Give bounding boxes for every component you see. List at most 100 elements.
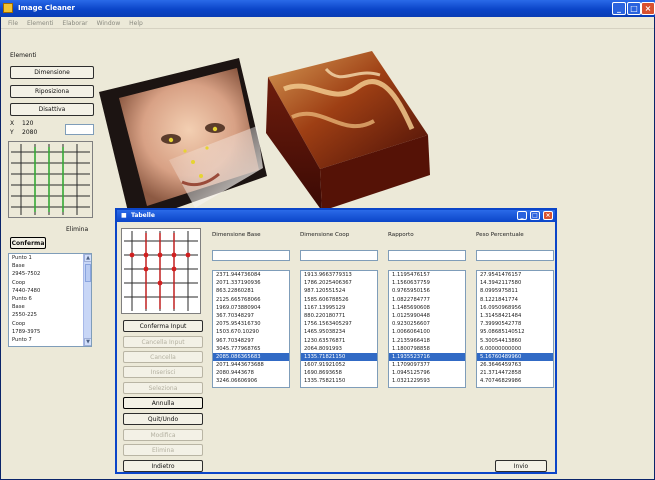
dimensione-button[interactable]: Dimensione — [10, 66, 94, 79]
table-row[interactable]: 0.9765950156 — [389, 287, 465, 295]
quit-undo-button[interactable]: Quit/Undo — [123, 413, 203, 425]
list-item[interactable]: 2945-7502 — [9, 270, 91, 278]
table-row[interactable]: 1.0066064100 — [389, 328, 465, 336]
table-row[interactable]: 880.220180771 — [301, 312, 377, 320]
list-scrollbar[interactable]: ▲ ▼ — [83, 254, 91, 346]
peso-percentuale-list[interactable]: 27.9541476157 14.3942117580 8.0995975811… — [476, 270, 554, 388]
table-row[interactable]: 5.30054413860 — [477, 337, 553, 345]
table-row[interactable]: 967.70348297 — [213, 337, 289, 345]
list-item[interactable]: 7440-7480 — [9, 287, 91, 295]
table-row[interactable]: 1607.91921052 — [301, 361, 377, 369]
menu-help[interactable]: Help — [129, 18, 143, 29]
list-item[interactable]: Punto 6 — [9, 295, 91, 303]
table-row[interactable]: 4.70746829986 — [477, 377, 553, 385]
table-row[interactable]: 1756.1563405297 — [301, 320, 377, 328]
dimensione-base-list[interactable]: 2371.944736084 2071.337190936 863.228602… — [212, 270, 290, 388]
table-row[interactable]: 1230.63576871 — [301, 337, 377, 345]
dimensione-coop-input[interactable] — [300, 250, 378, 261]
table-row[interactable]: 1.31458421484 — [477, 312, 553, 320]
list-item[interactable]: Base — [9, 262, 91, 270]
dialog-close-icon[interactable]: × — [543, 211, 553, 220]
table-row[interactable]: 8.0995975811 — [477, 287, 553, 295]
rapporto-list[interactable]: 1.1195476157 1.1560637759 0.9765950156 1… — [388, 270, 466, 388]
minimize-icon[interactable]: _ — [612, 2, 626, 15]
table-row[interactable]: 1.1709097377 — [389, 361, 465, 369]
table-row[interactable]: 1969.073880904 — [213, 304, 289, 312]
inserisci-button[interactable]: Inserisci — [123, 366, 203, 378]
table-row[interactable]: 1.2135966418 — [389, 337, 465, 345]
table-row-selected[interactable]: 2085.086365683 — [213, 352, 289, 362]
table-row[interactable]: 0.9230256607 — [389, 320, 465, 328]
riposiziona-button[interactable]: Riposiziona — [10, 85, 94, 98]
cancella-input-button[interactable]: Cancella Input — [123, 336, 203, 348]
scroll-up-icon[interactable]: ▲ — [84, 254, 91, 262]
table-row[interactable]: 2080.9443678 — [213, 369, 289, 377]
table-row[interactable]: 987.120551524 — [301, 287, 377, 295]
table-row[interactable]: 3045.777968765 — [213, 345, 289, 353]
scroll-thumb[interactable] — [85, 264, 91, 282]
disattiva-button[interactable]: Disattiva — [10, 103, 94, 116]
table-row[interactable]: 3246.06606906 — [213, 377, 289, 385]
table-row[interactable]: 2071.337190936 — [213, 279, 289, 287]
table-row[interactable]: 367.70348297 — [213, 312, 289, 320]
dialog-title-bar[interactable]: ■ Tabelle _ □ × — [117, 210, 555, 222]
table-row[interactable]: 2071.9443673688 — [213, 361, 289, 369]
dialog-minimize-icon[interactable]: _ — [517, 211, 527, 220]
table-row[interactable]: 21.3714472858 — [477, 369, 553, 377]
table-row[interactable]: 1.0945125796 — [389, 369, 465, 377]
dimensione-coop-list[interactable]: 1913.9663779313 1786.2025406367 987.1205… — [300, 270, 378, 388]
list-item[interactable]: Punto 1 — [9, 254, 91, 262]
table-row[interactable]: 1.0822784777 — [389, 296, 465, 304]
conferma-button[interactable]: Conferma — [10, 237, 46, 249]
peso-percentuale-input[interactable] — [476, 250, 554, 261]
table-row[interactable]: 27.9541476157 — [477, 271, 553, 279]
list-item[interactable]: Coop — [9, 279, 91, 287]
table-row[interactable]: 26.3646459763 — [477, 361, 553, 369]
list-item[interactable]: 1789-3975 — [9, 328, 91, 336]
table-row[interactable]: 1167.13995129 — [301, 304, 377, 312]
table-row[interactable]: 1.0321229593 — [389, 377, 465, 385]
menu-elementi[interactable]: Elementi — [27, 18, 54, 29]
invio-button[interactable]: Invio — [495, 460, 547, 472]
table-row[interactable]: 1913.9663779313 — [301, 271, 377, 279]
menu-window[interactable]: Window — [97, 18, 121, 29]
rapporto-input[interactable] — [388, 250, 466, 261]
table-row[interactable]: 1335.75821150 — [301, 377, 377, 385]
table-row[interactable]: 1.1195476157 — [389, 271, 465, 279]
list-item[interactable]: Coop — [9, 320, 91, 328]
table-row-selected[interactable]: 5.16760489960 — [477, 352, 553, 362]
table-row[interactable]: 1.1485690608 — [389, 304, 465, 312]
indietro-button[interactable]: Indietro — [123, 460, 203, 472]
table-row[interactable]: 6.00000000000 — [477, 345, 553, 353]
cancella-button[interactable]: Cancella — [123, 351, 203, 363]
dialog-grid-preview[interactable] — [121, 228, 201, 314]
table-row[interactable]: 2075.954316730 — [213, 320, 289, 328]
conferma-input-button[interactable]: Conferma Input — [123, 320, 203, 332]
table-row[interactable]: 1.1560637759 — [389, 279, 465, 287]
close-icon[interactable]: × — [641, 2, 655, 15]
table-row[interactable]: 1503.670.10290 — [213, 328, 289, 336]
table-row-selected[interactable]: 1335.71821150 — [301, 352, 377, 362]
coordinate-field[interactable] — [65, 124, 94, 135]
list-item[interactable]: 2550-225 — [9, 311, 91, 319]
table-row[interactable]: 8.1221841774 — [477, 296, 553, 304]
table-row[interactable]: 1.1800798858 — [389, 345, 465, 353]
table-row[interactable]: 1465.95038234 — [301, 328, 377, 336]
modifica-button[interactable]: Modifica — [123, 429, 203, 441]
table-row[interactable]: 14.3942117580 — [477, 279, 553, 287]
table-row[interactable]: 95.08685140512 — [477, 328, 553, 336]
menu-file[interactable]: File — [8, 18, 18, 29]
list-item[interactable]: Punto 7 — [9, 336, 91, 344]
table-row[interactable]: 2125.665768066 — [213, 296, 289, 304]
elimina-button[interactable]: Elimina — [123, 444, 203, 456]
title-bar[interactable]: Image Cleaner _ □ × — [0, 0, 655, 17]
annulla-button[interactable]: Annulla — [123, 397, 203, 409]
list-item[interactable]: Base — [9, 303, 91, 311]
menu-elaborar[interactable]: Elaborar — [62, 18, 87, 29]
points-list[interactable]: Punto 1 Base 2945-7502 Coop 7440-7480 Pu… — [8, 253, 92, 347]
table-row-selected[interactable]: 1.1935523716 — [389, 352, 465, 362]
dimensione-base-input[interactable] — [212, 250, 290, 261]
table-row[interactable]: 863.22860281 — [213, 287, 289, 295]
table-row[interactable]: 1585.606788526 — [301, 296, 377, 304]
table-row[interactable]: 2371.944736084 — [213, 271, 289, 279]
